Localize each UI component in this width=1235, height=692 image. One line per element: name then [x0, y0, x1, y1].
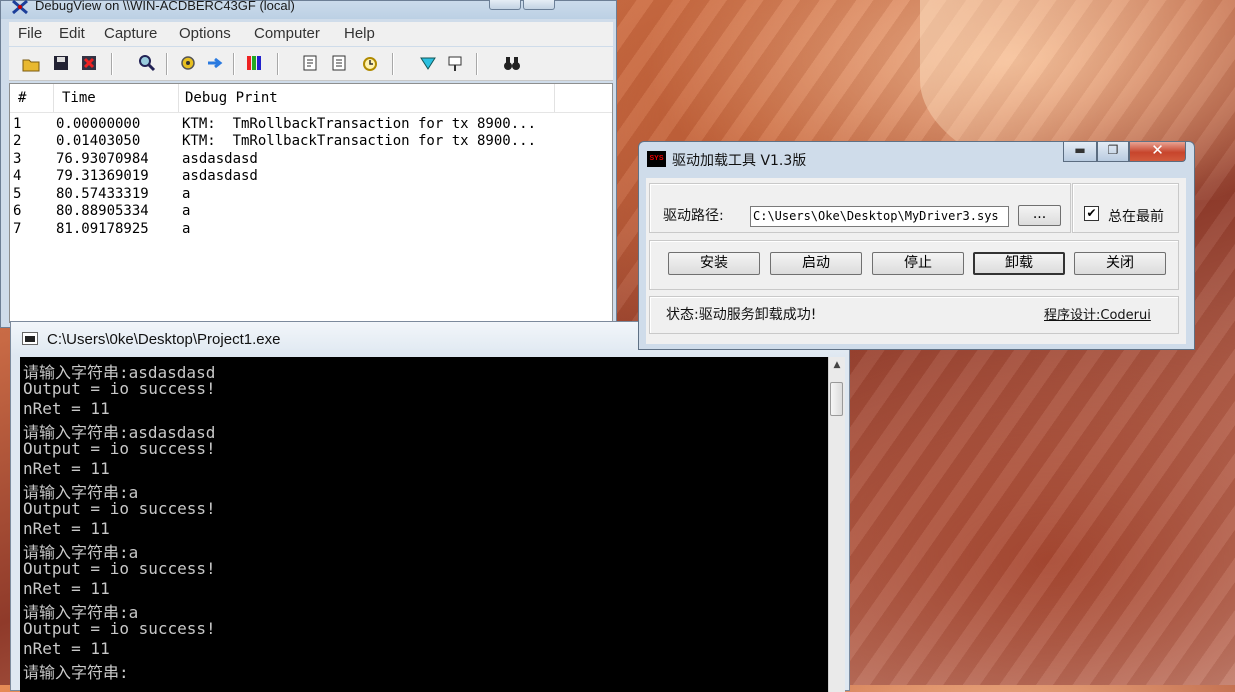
menu-capture[interactable]: Capture — [104, 25, 157, 42]
debugview-title: DebugView on \\WIN-ACDBERC43GF (local) — [35, 0, 295, 13]
console-line: nRet = 11 — [23, 459, 110, 478]
toolbar-separator — [233, 53, 235, 75]
find-icon[interactable] — [138, 54, 156, 72]
debugview-titlebar[interactable]: DebugView on \\WIN-ACDBERC43GF (local) — [1, 0, 616, 19]
console-scrollbar[interactable]: ▲ — [828, 357, 845, 692]
toolbar-separator — [111, 53, 113, 75]
debugview-window: DebugView on \\WIN-ACDBERC43GF (local) F… — [0, 0, 617, 328]
autoscroll-icon[interactable] — [206, 54, 224, 72]
console-line: Output = io success! — [23, 439, 216, 458]
table-row[interactable]: 2 0.01403050 KTM: TmRollbackTransaction … — [10, 133, 612, 150]
install-button[interactable]: 安装 — [668, 252, 760, 275]
filter-icon[interactable] — [302, 54, 320, 72]
path-label: 驱动路径: — [663, 208, 724, 224]
table-row[interactable]: 7 81.09178925 a — [10, 221, 612, 238]
maximize-button[interactable] — [523, 0, 555, 10]
clear-icon[interactable] — [80, 54, 98, 72]
path-group: 驱动路径: C:\Users\Oke\Desktop\MyDriver3.sys… — [649, 183, 1071, 233]
toolbar-separator — [392, 53, 394, 75]
toolbar-separator — [166, 53, 168, 75]
driver-loader-window: SYS 驱动加载工具 V1.3版 ▬ ❐ ✕ 驱动路径: C:\Users\Ok… — [638, 141, 1195, 350]
console-line: Output = io success! — [23, 559, 216, 578]
menu-file[interactable]: File — [18, 25, 42, 42]
console-title: C:\Users\0ke\Desktop\Project1.exe — [47, 331, 281, 348]
history-icon[interactable] — [331, 54, 349, 72]
save-icon[interactable] — [52, 54, 70, 72]
list-header: # Time Debug Print — [10, 84, 612, 113]
column-header-time[interactable]: Time — [62, 90, 96, 106]
pin-icon[interactable] — [446, 54, 464, 72]
console-line: nRet = 11 — [23, 639, 110, 658]
console-line: 请输入字符串: — [23, 663, 129, 682]
unload-button[interactable]: 卸载 — [973, 252, 1065, 275]
enable-icon[interactable] — [419, 54, 437, 72]
console-line: Output = io success! — [23, 499, 216, 518]
clock-icon[interactable] — [361, 54, 379, 72]
table-row[interactable]: 3 76.93070984 asdasdasd — [10, 151, 612, 168]
scrollbar-thumb[interactable] — [830, 382, 843, 416]
menu-edit[interactable]: Edit — [59, 25, 85, 42]
column-header-number[interactable]: # — [18, 90, 26, 106]
console-line: Output = io success! — [23, 379, 216, 398]
console-icon — [22, 332, 38, 345]
loader-client-area: 驱动路径: C:\Users\Oke\Desktop\MyDriver3.sys… — [646, 178, 1186, 344]
close-button[interactable]: 关闭 — [1074, 252, 1166, 275]
menu-computer[interactable]: Computer — [254, 25, 320, 42]
debugview-toolbar — [9, 47, 613, 81]
console-line: nRet = 11 — [23, 399, 110, 418]
stop-button[interactable]: 停止 — [872, 252, 964, 275]
status-text: 状态:驱动服务卸载成功! — [666, 307, 817, 323]
toolbar-separator — [476, 53, 478, 75]
toolbar-separator — [277, 53, 279, 75]
minimize-button[interactable]: ▬ — [1063, 142, 1097, 162]
console-line: nRet = 11 — [23, 519, 110, 538]
credit-link[interactable]: 程序设计:Coderui — [1044, 304, 1151, 323]
topmost-checkbox[interactable]: ✔ — [1084, 206, 1099, 221]
console-line: nRet = 11 — [23, 579, 110, 598]
highlight-icon[interactable] — [245, 54, 263, 72]
debugview-menubar: File Edit Capture Options Computer Help — [9, 22, 613, 46]
scroll-up-icon[interactable]: ▲ — [829, 357, 845, 374]
debugview-app-icon — [12, 0, 28, 15]
console-output[interactable]: 请输入字符串:asdasdasd Output = io success! nR… — [20, 357, 828, 692]
table-row[interactable]: 4 79.31369019 asdasdasd — [10, 168, 612, 185]
console-line: Output = io success! — [23, 619, 216, 638]
binoculars-icon[interactable] — [503, 54, 521, 72]
minimize-button[interactable] — [489, 0, 521, 10]
debug-output-list[interactable]: # Time Debug Print 1 0.00000000 KTM: TmR… — [9, 83, 613, 323]
loader-title: 驱动加载工具 V1.3版 — [672, 153, 807, 169]
close-window-button[interactable]: ✕ — [1129, 142, 1186, 162]
open-icon[interactable] — [22, 54, 40, 72]
driver-path-input[interactable]: C:\Users\Oke\Desktop\MyDriver3.sys — [750, 206, 1009, 227]
table-row[interactable]: 5 80.57433319 a — [10, 186, 612, 203]
start-button[interactable]: 启动 — [770, 252, 862, 275]
column-header-debug-print[interactable]: Debug Print — [185, 90, 278, 106]
capture-icon[interactable] — [179, 54, 197, 72]
browse-button[interactable]: ... — [1018, 205, 1061, 226]
menu-help[interactable]: Help — [344, 25, 375, 42]
console-window: C:\Users\0ke\Desktop\Project1.exe 请输入字符串… — [10, 321, 850, 692]
loader-titlebar[interactable]: SYS 驱动加载工具 V1.3版 ▬ ❐ ✕ — [639, 142, 1194, 178]
menu-options[interactable]: Options — [179, 25, 231, 42]
maximize-button[interactable]: ❐ — [1097, 142, 1129, 162]
topmost-label[interactable]: 总在最前 — [1108, 206, 1164, 226]
table-row[interactable]: 6 80.88905334 a — [10, 203, 612, 220]
sys-icon: SYS — [647, 151, 666, 167]
table-row[interactable]: 1 0.00000000 KTM: TmRollbackTransaction … — [10, 116, 612, 133]
